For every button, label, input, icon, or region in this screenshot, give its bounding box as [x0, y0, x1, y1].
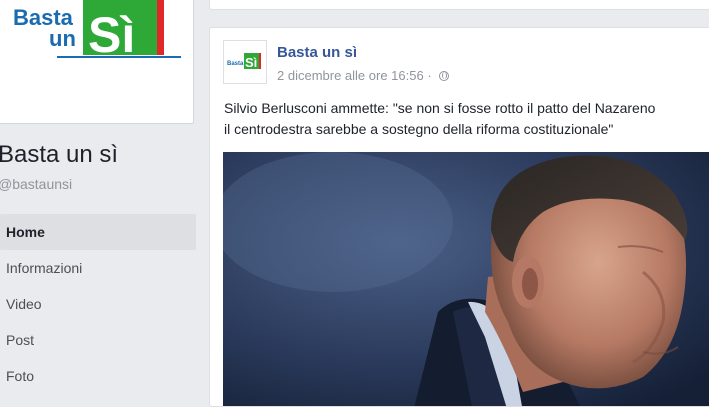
page-handle[interactable]: @bastaunsi [0, 176, 72, 192]
post-text-line-1: Silvio Berlusconi ammette: "se non si fo… [224, 100, 656, 116]
nav-item-informazioni[interactable]: Informazioni [0, 250, 196, 286]
photo-berlusconi-profile [223, 152, 709, 406]
post-timestamp[interactable]: 2 dicembre alle ore 16:56 [277, 68, 424, 83]
meta-separator: · [427, 68, 432, 83]
post-meta: 2 dicembre alle ore 16:56 · [277, 68, 450, 83]
post-text: Silvio Berlusconi ammette: "se non si fo… [224, 98, 709, 140]
nav-item-foto[interactable]: Foto [0, 358, 196, 394]
profile-picture-frame[interactable]: Basta un Sì [0, 0, 194, 124]
avatar-logo: Basta Sì [227, 53, 261, 70]
nav-item-video[interactable]: Video [0, 286, 196, 322]
post-card: Basta Sì Basta un sì 2 dicembre alle ore… [209, 27, 709, 407]
logo-red-stripe [157, 0, 164, 55]
globe-icon[interactable] [439, 71, 450, 81]
basta-un-si-logo: Basta un Sì [13, 0, 181, 63]
previous-card-edge [209, 0, 709, 10]
post-photo[interactable] [223, 152, 709, 406]
post-author-name[interactable]: Basta un sì [277, 44, 357, 61]
nav-item-home[interactable]: Home [0, 214, 196, 250]
logo-text-si: Sì [88, 7, 135, 63]
post-text-line-2: il centrodestra sarebbe a sostegno della… [224, 121, 614, 137]
page-side-nav: Home Informazioni Video Post Foto [0, 214, 196, 394]
svg-text:Sì: Sì [245, 55, 257, 70]
nav-item-post[interactable]: Post [0, 322, 196, 358]
logo-text-un: un [49, 26, 76, 51]
post-author-avatar[interactable]: Basta Sì [223, 40, 267, 84]
page-name: Basta un sì [0, 141, 119, 168]
svg-text:Basta: Basta [227, 61, 244, 67]
